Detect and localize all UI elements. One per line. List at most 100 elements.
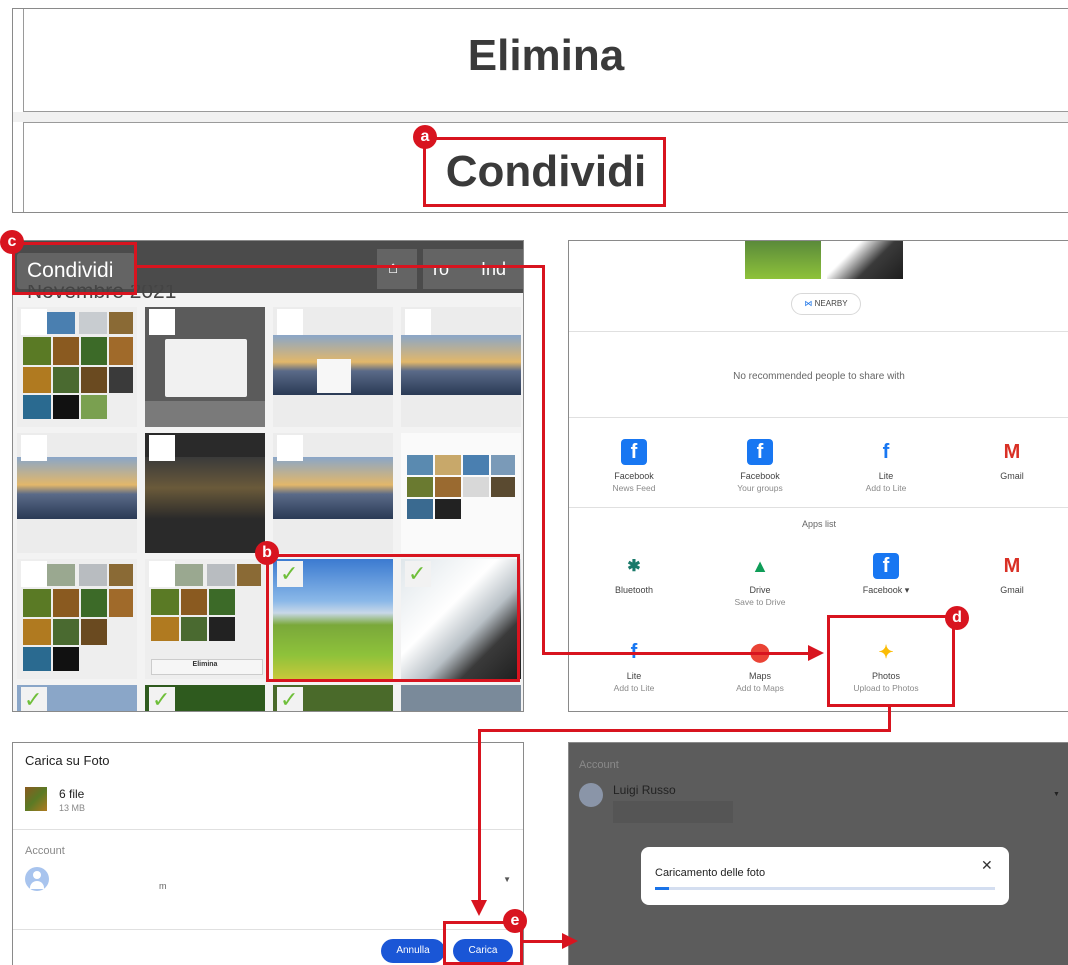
- preview-image-road: [827, 241, 903, 279]
- dropdown-arrow-icon: ▼: [503, 875, 511, 884]
- photo-thumb[interactable]: ✓: [145, 685, 265, 711]
- callout-b-badge: b: [255, 541, 279, 565]
- app-sub: Add to Lite: [613, 683, 655, 693]
- app-sub: Add to Lite: [865, 483, 907, 493]
- account-email-partial: m: [159, 881, 167, 891]
- callout-c-badge: c: [0, 230, 24, 254]
- share-target-gmail[interactable]: M Gmail: [957, 439, 1067, 482]
- photo-thumb[interactable]: [401, 433, 521, 553]
- photo-thumb[interactable]: ✓: [273, 685, 393, 711]
- file-size: 13 MB: [59, 803, 86, 813]
- share-target-bluetooth[interactable]: ✱ Bluetooth: [579, 553, 689, 595]
- cancel-label: Annulla: [396, 945, 430, 956]
- photo-thumb[interactable]: [273, 307, 393, 427]
- arrow-d-to-e-segment-2: [478, 729, 891, 732]
- callout-d-box: [827, 615, 955, 707]
- cancel-button[interactable]: Annulla: [381, 939, 445, 963]
- photo-thumb[interactable]: [145, 307, 265, 427]
- photo-thumb[interactable]: Elimina: [145, 559, 265, 679]
- app-sub: News Feed: [612, 483, 656, 493]
- nearby-chip[interactable]: ⋈ NEARBY: [791, 293, 861, 315]
- menu-divider: [13, 112, 1068, 122]
- menu-item-delete[interactable]: Elimina: [23, 9, 1068, 112]
- photo-thumb[interactable]: [401, 307, 521, 427]
- divider: [569, 331, 1068, 332]
- photo-thumb[interactable]: [17, 433, 137, 553]
- app-sub: Your groups: [737, 483, 783, 493]
- home-button[interactable]: ⌂: [377, 249, 417, 289]
- app-name: Facebook: [614, 471, 654, 481]
- menu-delete-label: Elimina: [467, 31, 625, 80]
- select-checkbox[interactable]: [149, 435, 175, 461]
- app-name: Gmail: [1000, 471, 1024, 481]
- progress-track: [655, 887, 995, 890]
- arrowhead-right-icon: [808, 645, 824, 661]
- upload-progress-dialog: Caricamento delle foto ✕: [641, 847, 1009, 905]
- drive-icon: ▲: [751, 555, 769, 576]
- divider: [569, 507, 1068, 508]
- close-icon[interactable]: ✕: [981, 857, 993, 874]
- callout-c-box: [12, 242, 137, 295]
- arrowhead-down-icon: [471, 900, 487, 916]
- select-checkbox[interactable]: [21, 309, 47, 335]
- select-checkbox[interactable]: [21, 561, 47, 587]
- select-checkbox[interactable]: [149, 309, 175, 335]
- file-thumbnail: [25, 787, 47, 811]
- arrow-e-to-progress: [523, 940, 563, 943]
- select-checkbox-checked[interactable]: ✓: [277, 687, 303, 711]
- account-label: Account: [25, 845, 65, 857]
- facebook-icon: f: [621, 439, 647, 465]
- toolbar-text-ind: Ind: [481, 259, 507, 279]
- share-target-drive[interactable]: ▲ Drive Save to Drive: [705, 553, 815, 608]
- arrow-c-to-d-segment-1: [137, 265, 545, 268]
- facebook-icon: f: [873, 553, 899, 579]
- app-name: Drive: [749, 585, 771, 595]
- select-checkbox[interactable]: [405, 309, 431, 335]
- account-selector[interactable]: m ▼: [23, 863, 513, 903]
- share-target-facebook-news-feed[interactable]: f Facebook News Feed: [579, 439, 689, 493]
- checkmark-icon: ✓: [24, 688, 43, 712]
- share-target-maps[interactable]: ⬤ Maps Add to Maps: [705, 639, 815, 694]
- callout-d-badge: d: [945, 606, 969, 630]
- photo-thumb[interactable]: [145, 433, 265, 553]
- photo-thumb[interactable]: [17, 307, 137, 427]
- select-checkbox[interactable]: [149, 561, 175, 587]
- select-checkbox[interactable]: [277, 309, 303, 335]
- photo-thumb[interactable]: ✓: [17, 685, 137, 712]
- file-count: 6 file: [59, 787, 85, 801]
- arrow-d-to-e-segment-3: [478, 729, 481, 904]
- photo-thumb[interactable]: [17, 559, 137, 679]
- photo-thumb[interactable]: [273, 433, 393, 553]
- nearby-icon: ⋈: [804, 299, 813, 308]
- account-email-placeholder: [613, 801, 733, 823]
- progress-dialog-title: Caricamento delle foto: [655, 867, 766, 879]
- share-sheet-panel: ⋈ NEARBY No recommended people to share …: [568, 240, 1068, 712]
- share-target-lite[interactable]: f Lite Add to Lite: [831, 439, 941, 494]
- select-checkbox-checked[interactable]: ✓: [21, 687, 47, 712]
- divider: [13, 829, 523, 830]
- photo-thumb[interactable]: [401, 685, 521, 711]
- app-name: Lite: [878, 471, 894, 481]
- app-sub: Add to Maps: [736, 683, 784, 693]
- app-name: Facebook: [740, 471, 780, 481]
- share-target-gmail[interactable]: M Gmail: [957, 553, 1067, 596]
- app-sub: Save to Drive: [734, 597, 786, 607]
- divider: [569, 417, 1068, 418]
- arrow-c-to-d-segment-3: [542, 652, 810, 655]
- select-checkbox-checked[interactable]: ✓: [149, 687, 175, 711]
- app-name: Maps: [748, 671, 771, 681]
- app-name: Gmail: [1000, 585, 1024, 595]
- share-target-lite[interactable]: f Lite Add to Lite: [579, 639, 689, 694]
- mini-caption: Elimina: [192, 661, 218, 668]
- facebook-icon: f: [747, 439, 773, 465]
- select-checkbox[interactable]: [277, 435, 303, 461]
- callout-e-badge: e: [503, 909, 527, 933]
- callout-b-box: [266, 554, 520, 682]
- share-target-facebook[interactable]: f Facebook ▾: [831, 553, 941, 596]
- app-name: Bluetooth: [614, 585, 654, 595]
- share-target-facebook-groups[interactable]: f Facebook Your groups: [705, 439, 815, 493]
- progress-fill: [655, 887, 669, 890]
- toolbar-options[interactable]: ro Ind: [423, 249, 523, 289]
- select-checkbox[interactable]: [21, 435, 47, 461]
- app-name: Facebook ▾: [862, 585, 910, 595]
